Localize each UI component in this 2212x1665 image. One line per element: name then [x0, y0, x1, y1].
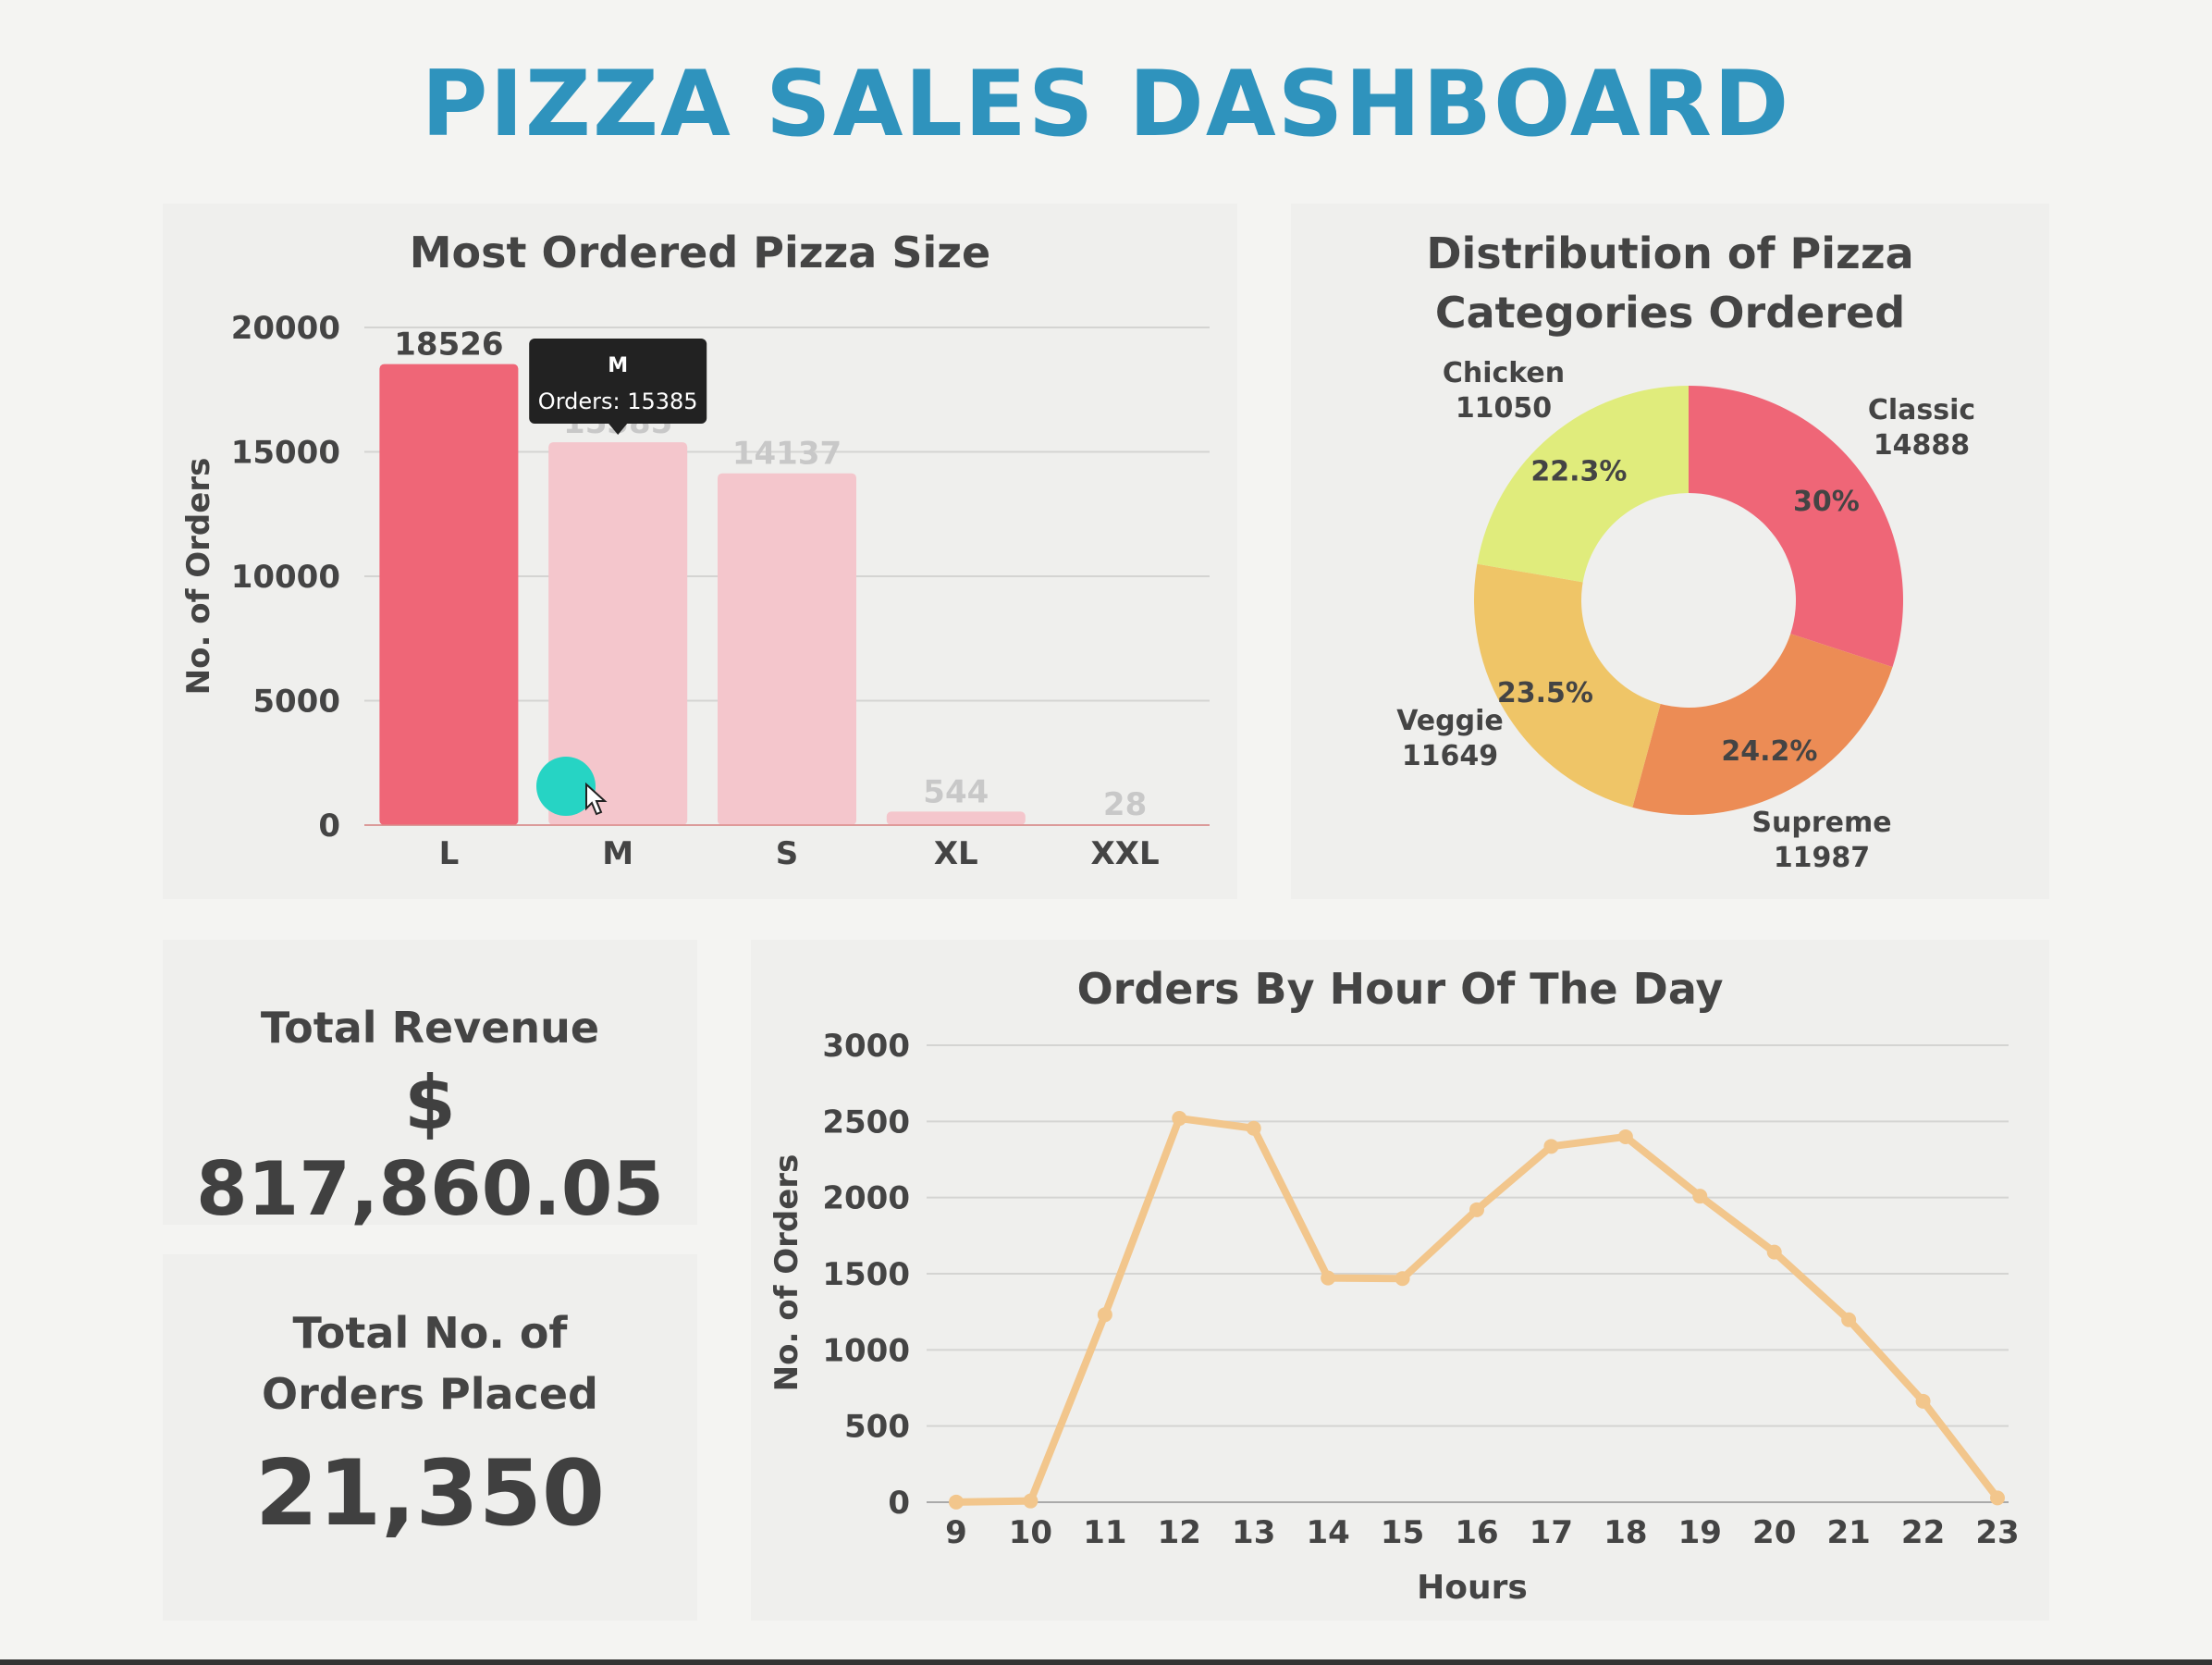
- revenue-card: Total Revenue $ 817,860.05: [163, 940, 697, 1232]
- orders-label-line2: Orders Placed: [262, 1369, 598, 1419]
- bar-chart: 0 5000 10000 15000 20000 No. of Orders 18526 L 1…: [180, 310, 1210, 872]
- pie-percent-label: 24.2%: [1721, 735, 1817, 768]
- line-point: [1915, 1393, 1931, 1409]
- line-point: [1617, 1128, 1633, 1144]
- bar-x-tick: XXL: [1091, 835, 1160, 872]
- line-y-tick: 500: [844, 1409, 910, 1446]
- bar-tooltip: M Orders: 15385: [529, 339, 707, 435]
- pie-value-label: 14888: [1874, 429, 1970, 462]
- line-y-tick: 1500: [822, 1256, 910, 1293]
- line-point: [1766, 1244, 1782, 1260]
- pie-percent-label: 23.5%: [1497, 677, 1593, 709]
- line-y-tick: 2000: [822, 1180, 910, 1217]
- pie-percent-label: 30%: [1793, 486, 1860, 518]
- line-x-tick: 18: [1604, 1514, 1647, 1551]
- bottom-border: [0, 1659, 2212, 1665]
- orders-value: 21,350: [254, 1441, 606, 1547]
- line-point: [1990, 1490, 2005, 1506]
- line-x-tick: 14: [1306, 1514, 1349, 1551]
- pie-category-label: Chicken: [1443, 357, 1565, 389]
- line-x-tick: 15: [1381, 1514, 1424, 1551]
- line-point: [1841, 1312, 1857, 1327]
- pie-category-label: Supreme: [1751, 807, 1891, 839]
- line-x-tick: 17: [1530, 1514, 1573, 1551]
- bar-chart-panel: Most Ordered Pizza Size 0 5000 10000 15000 2…: [163, 204, 1237, 899]
- orders-label-line1: Total No. of: [292, 1308, 568, 1358]
- bar-y-axis-label: No. of Orders: [180, 458, 217, 696]
- line-point: [1321, 1270, 1336, 1286]
- bar-data-label: 14137: [732, 436, 842, 473]
- pie-chart: 30% Classic14888 24.2% Supreme11987 23.5%Veg…: [1396, 357, 1975, 874]
- bar-L: [379, 364, 519, 825]
- line-x-tick: 21: [1826, 1514, 1870, 1551]
- line-y-tick: 0: [888, 1485, 910, 1522]
- line-chart-panel: Orders By Hour Of The Day 0 500 1000 1500 20…: [751, 940, 2049, 1621]
- pie-percent-label: 22.3%: [1530, 455, 1627, 487]
- pie-category-label: Classic: [1868, 394, 1975, 426]
- line-y-tick: 1000: [822, 1332, 910, 1369]
- bar-data-label: 18526: [394, 327, 503, 364]
- bar-x-tick: XL: [934, 835, 978, 872]
- line-x-tick: 13: [1232, 1514, 1275, 1551]
- line-x-tick: 12: [1158, 1514, 1201, 1551]
- line-x-tick: 11: [1083, 1514, 1126, 1551]
- line-point: [1692, 1189, 1708, 1204]
- pie-slice-classic: [1689, 386, 1903, 668]
- line-x-axis-label: Hours: [1417, 1569, 1528, 1607]
- bar-x-tick: S: [776, 835, 799, 872]
- line-point: [1469, 1202, 1484, 1217]
- line-point: [1246, 1120, 1261, 1136]
- pie-value-label: 11987: [1774, 842, 1870, 874]
- bar-x-tick: M: [602, 835, 633, 872]
- line-x-tick: 16: [1455, 1514, 1498, 1551]
- line-x-tick: 9: [945, 1514, 967, 1551]
- line-chart: 0 500 1000 1500 2000 2500 3000 No. of Orders Hou…: [768, 1028, 2020, 1607]
- line-x-tick: 22: [1901, 1514, 1945, 1551]
- bar-y-tick: 10000: [231, 559, 340, 596]
- bar-S: [718, 473, 856, 825]
- tooltip-title: M: [608, 354, 628, 377]
- bar-y-tick: 5000: [252, 684, 340, 721]
- line-x-tick: 20: [1752, 1514, 1796, 1551]
- pie-value-label: 11649: [1402, 740, 1498, 772]
- line-x-tick: 10: [1009, 1514, 1052, 1551]
- bar-y-tick: 20000: [231, 310, 340, 347]
- line-point: [949, 1494, 964, 1510]
- orders-card: Total No. of Orders Placed 21,350: [163, 1254, 697, 1621]
- bar-y-tick: 0: [318, 808, 340, 845]
- bar-data-label: 544: [923, 773, 989, 810]
- revenue-label: Total Revenue: [260, 1003, 600, 1053]
- line-x-tick: 23: [1975, 1514, 2019, 1551]
- tooltip-value: Orders: 15385: [538, 388, 698, 414]
- line-point: [1023, 1493, 1038, 1509]
- line-series: [952, 1115, 2001, 1506]
- revenue-value: $ 817,860.05: [195, 1060, 665, 1232]
- bar-x-tick: L: [439, 835, 460, 872]
- pie-slice-supreme: [1632, 634, 1893, 815]
- line-y-tick: 3000: [822, 1028, 910, 1065]
- bar-XL: [886, 811, 1026, 825]
- line-y-tick: 2500: [822, 1104, 910, 1141]
- line-x-tick: 19: [1678, 1514, 1722, 1551]
- line-point: [1097, 1307, 1112, 1323]
- dashboard-title: PIZZA SALES DASHBOARD: [421, 52, 1791, 157]
- line-point: [1395, 1271, 1410, 1287]
- line-point: [1172, 1111, 1187, 1127]
- line-point: [1543, 1139, 1559, 1154]
- bar-data-label: 28: [1103, 786, 1147, 823]
- pie-value-label: 11050: [1456, 392, 1552, 425]
- line-y-axis-label: No. of Orders: [768, 1154, 805, 1392]
- pie-category-label: Veggie: [1396, 705, 1504, 737]
- pie-chart-panel: Distribution of Pizza Categories Ordered…: [1291, 204, 2049, 899]
- bar-y-tick: 15000: [231, 435, 340, 472]
